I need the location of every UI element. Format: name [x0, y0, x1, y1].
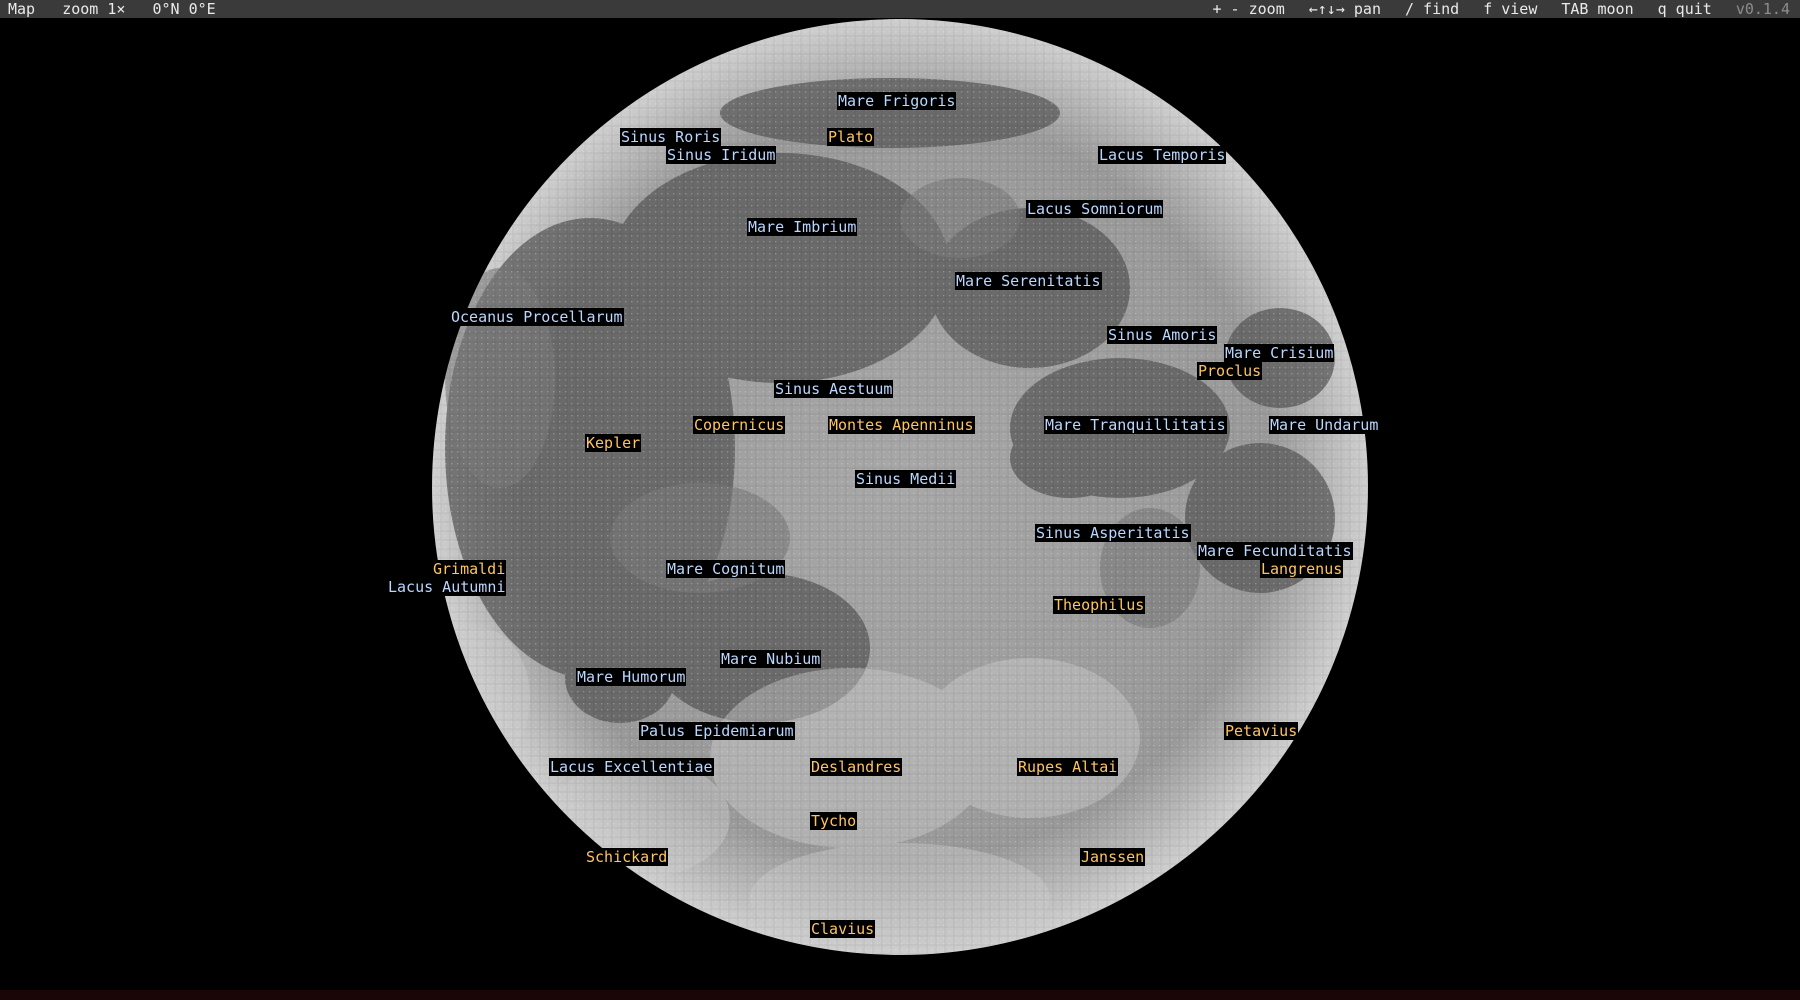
feature-label-mare-cognitum[interactable]: Mare Cognitum: [666, 560, 786, 578]
feature-label-tycho[interactable]: Tycho: [810, 812, 858, 830]
feature-label-mare-humorum[interactable]: Mare Humorum: [576, 668, 687, 686]
zoom-level: zoom 1×: [62, 0, 126, 18]
feature-label-sinus-aestuum[interactable]: Sinus Aestuum: [774, 380, 894, 398]
feature-label-sinus-asperitatis[interactable]: Sinus Asperitatis: [1035, 524, 1191, 542]
feature-label-deslandres[interactable]: Deslandres: [810, 758, 903, 776]
feature-label-janssen[interactable]: Janssen: [1080, 848, 1146, 866]
feature-label-schickard[interactable]: Schickard: [585, 848, 669, 866]
feature-label-grimaldi[interactable]: Grimaldi: [432, 560, 507, 578]
hint-pan: ←↑↓→ pan: [1308, 0, 1381, 18]
feature-label-sinus-iridum[interactable]: Sinus Iridum: [666, 146, 777, 164]
key-hints: + - zoom ←↑↓→ pan / find f view TAB moon q qu…: [1189, 0, 1791, 18]
feature-label-petavius[interactable]: Petavius: [1224, 722, 1299, 740]
feature-label-langrenus[interactable]: Langrenus: [1260, 560, 1344, 578]
feature-label-lacus-temporis[interactable]: Lacus Temporis: [1098, 146, 1227, 164]
feature-label-lacus-excellentiae[interactable]: Lacus Excellentiae: [549, 758, 714, 776]
feature-label-sinus-medii[interactable]: Sinus Medii: [855, 470, 957, 488]
feature-label-theophilus[interactable]: Theophilus: [1053, 596, 1146, 614]
feature-label-mare-serenitatis[interactable]: Mare Serenitatis: [955, 272, 1102, 290]
feature-label-clavius[interactable]: Clavius: [810, 920, 876, 938]
moon-surface[interactable]: [0, 18, 1800, 988]
feature-label-mare-frigoris[interactable]: Mare Frigoris: [837, 92, 957, 110]
feature-label-kepler[interactable]: Kepler: [585, 434, 642, 452]
mode-label: Map: [8, 0, 36, 18]
feature-label-mare-nubium[interactable]: Mare Nubium: [720, 650, 822, 668]
version-label: v0.1.4: [1735, 0, 1790, 18]
feature-label-lacus-autumni[interactable]: Lacus Autumni: [387, 578, 507, 596]
feature-label-mare-fecunditatis[interactable]: Mare Fecunditatis: [1197, 542, 1353, 560]
feature-label-lacus-somniorum[interactable]: Lacus Somniorum: [1026, 200, 1164, 218]
feature-label-sinus-roris[interactable]: Sinus Roris: [620, 128, 722, 146]
feature-label-mare-crisium[interactable]: Mare Crisium: [1224, 344, 1335, 362]
feature-label-rupes-altai[interactable]: Rupes Altai: [1017, 758, 1119, 776]
center-coordinates: 0°N 0°E: [152, 0, 216, 18]
hint-find: / find: [1405, 0, 1460, 18]
feature-label-montes-apenninus[interactable]: Montes Apenninus: [828, 416, 975, 434]
hint-view: f view: [1483, 0, 1538, 18]
feature-label-mare-undarum[interactable]: Mare Undarum: [1269, 416, 1380, 434]
hint-moon: TAB moon: [1561, 0, 1634, 18]
feature-label-copernicus[interactable]: Copernicus: [693, 416, 786, 434]
moon-map-view[interactable]: Mare Frigoris Sinus Roris Plato Sinus Iridu…: [0, 18, 1800, 988]
feature-label-palus-epidemiarum[interactable]: Palus Epidemiarum: [639, 722, 795, 740]
feature-label-mare-imbrium[interactable]: Mare Imbrium: [747, 218, 858, 236]
hint-quit: q quit: [1657, 0, 1712, 18]
bottom-border: [0, 990, 1800, 1000]
hint-zoom: + - zoom: [1212, 0, 1285, 18]
feature-label-sinus-amoris[interactable]: Sinus Amoris: [1107, 326, 1218, 344]
feature-label-proclus[interactable]: Proclus: [1197, 362, 1263, 380]
feature-label-plato[interactable]: Plato: [827, 128, 875, 146]
feature-label-mare-tranquillitatis[interactable]: Mare Tranquillitatis: [1044, 416, 1227, 434]
status-left: Map zoom 1× 0°N 0°E: [8, 0, 216, 18]
feature-label-oceanus-procellarum[interactable]: Oceanus Procellarum: [450, 308, 624, 326]
status-bar: Map zoom 1× 0°N 0°E + - zoom ←↑↓→ pan / fi…: [0, 0, 1800, 18]
